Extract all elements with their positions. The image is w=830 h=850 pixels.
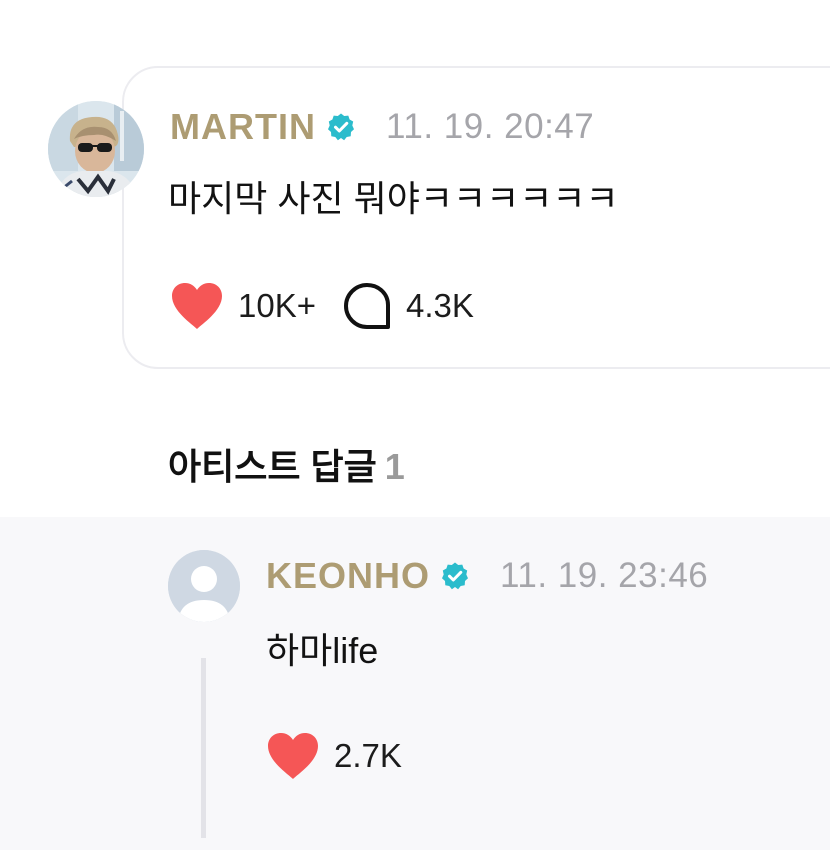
- artist-replies-header: 아티스트 답글 1: [168, 438, 405, 490]
- reply-author-row: KEONHO 11. 19. 23:46: [266, 553, 708, 599]
- martin-avatar-photo: [48, 101, 144, 197]
- post-author-row: MARTIN 11. 19. 20:47: [170, 104, 594, 150]
- comment-thread: MARTIN 11. 19. 20:47 마지막 사진 뭐야ㅋㅋㅋㅋㅋㅋ 10K…: [0, 0, 830, 850]
- artist-replies-title: 아티스트 답글: [168, 446, 377, 487]
- post-timestamp: 11. 19. 20:47: [385, 107, 595, 146]
- verified-badge-icon: [327, 113, 354, 141]
- post-author-name[interactable]: MARTIN: [170, 106, 316, 148]
- reply-author-name[interactable]: KEONHO: [266, 555, 430, 597]
- comment-bubble-icon[interactable]: [342, 281, 392, 331]
- post-text: 마지막 사진 뭐야ㅋㅋㅋㅋㅋㅋ: [168, 178, 619, 219]
- reply-like-count: 2.7K: [334, 737, 402, 774]
- reply-actions: 2.7K: [266, 728, 402, 784]
- reply-text: 하마life: [266, 630, 379, 671]
- keonho-avatar[interactable]: [168, 550, 240, 622]
- reply-timestamp: 11. 19. 23:46: [500, 556, 709, 595]
- default-user-avatar: [168, 550, 240, 622]
- heart-icon[interactable]: [266, 731, 320, 781]
- post-actions: 10K+ 4.3K: [170, 278, 474, 334]
- heart-icon[interactable]: [170, 281, 224, 331]
- thread-line: [201, 658, 206, 838]
- verified-badge-icon: [442, 562, 469, 590]
- artist-replies-count: 1: [384, 446, 405, 487]
- martin-avatar[interactable]: [48, 101, 144, 197]
- like-count: 10K+: [238, 287, 316, 324]
- comment-count: 4.3K: [406, 287, 474, 324]
